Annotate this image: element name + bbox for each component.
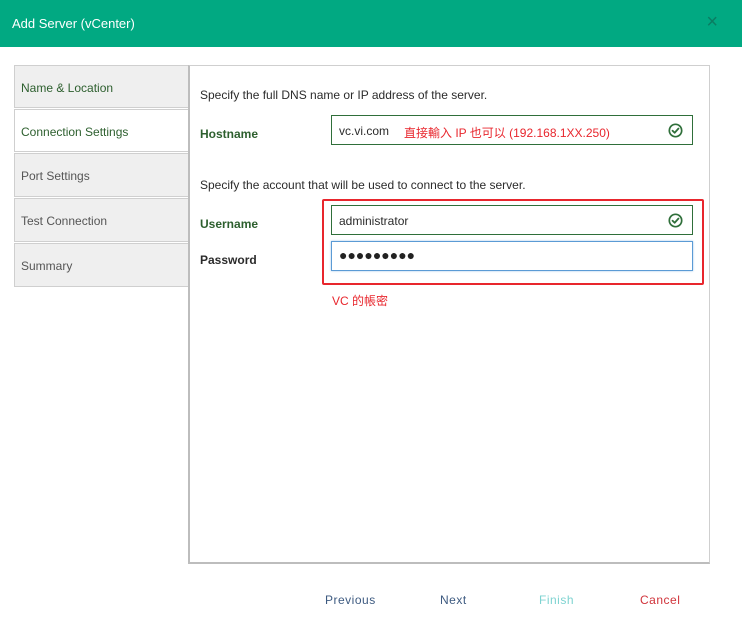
previous-button[interactable]: Previous (325, 593, 376, 607)
next-button[interactable]: Next (440, 593, 467, 607)
nav-step-name-location[interactable]: Name & Location (14, 65, 190, 108)
password-field[interactable]: ●●●●●●●●● (331, 241, 693, 271)
nav-step-label: Connection Settings (21, 125, 129, 139)
check-circle-icon (668, 213, 683, 228)
username-label: Username (200, 217, 259, 231)
dialog-header: Add Server (vCenter) × (0, 0, 742, 47)
check-circle-icon (668, 123, 683, 138)
close-icon[interactable]: × (706, 12, 718, 32)
cancel-button[interactable]: Cancel (640, 593, 680, 607)
server-instructions: Specify the full DNS name or IP address … (200, 88, 488, 102)
nav-step-summary[interactable]: Summary (14, 243, 190, 287)
hostname-annotation: 直接輸入 IP 也可以 (192.168.1XX.250) (404, 126, 610, 140)
nav-step-label: Test Connection (21, 214, 108, 228)
hostname-field[interactable]: vc.vi.com 直接輸入 IP 也可以 (192.168.1XX.250) (331, 115, 693, 145)
dialog-title: Add Server (vCenter) (12, 16, 135, 31)
nav-step-label: Summary (21, 259, 73, 273)
finish-button[interactable]: Finish (539, 593, 574, 607)
nav-step-test-connection[interactable]: Test Connection (14, 198, 190, 242)
account-instructions: Specify the account that will be used to… (200, 178, 526, 192)
password-mask: ●●●●●●●●● (339, 247, 416, 263)
password-annotation: VC 的帳密 (332, 294, 389, 308)
nav-step-connection-settings[interactable]: Connection Settings (14, 109, 190, 152)
nav-step-label: Name & Location (21, 81, 114, 95)
hostname-value: vc.vi.com (339, 124, 390, 138)
username-field[interactable]: administrator (331, 205, 693, 235)
nav-step-label: Port Settings (21, 169, 90, 183)
nav-step-port-settings[interactable]: Port Settings (14, 153, 190, 197)
password-label: Password (200, 253, 257, 267)
username-value: administrator (339, 214, 409, 228)
hostname-label: Hostname (200, 127, 259, 141)
